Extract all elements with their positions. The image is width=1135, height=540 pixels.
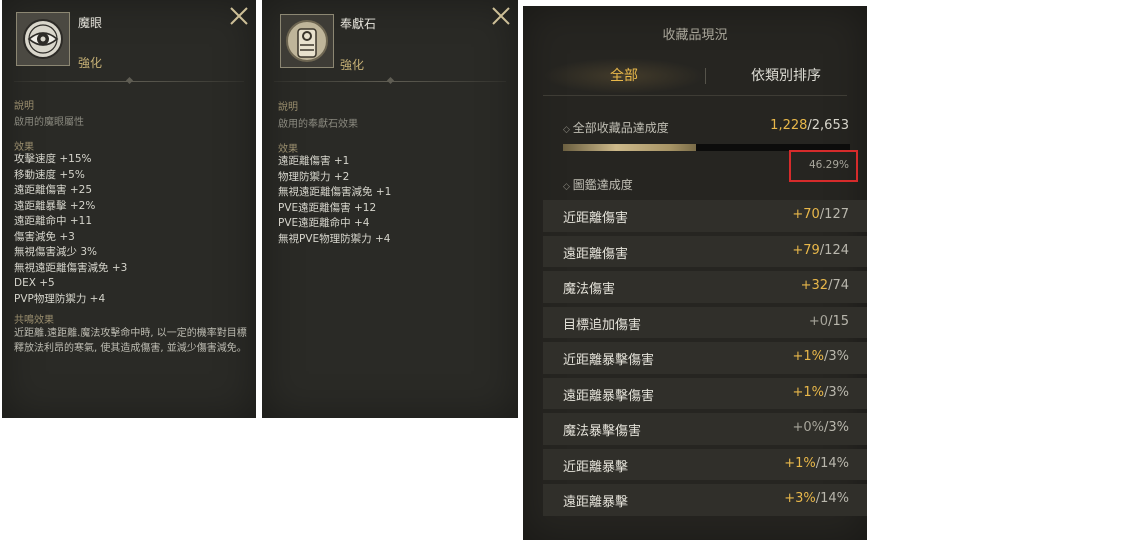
stat-row[interactable]: 近距離暴擊 +1%/14% [543,447,867,483]
completion-progress-fill [563,144,696,151]
effect-line: DEX +5 [14,277,55,289]
statue-emblem-icon [280,14,334,68]
effect-line: 物理防禦力 +2 [278,170,350,183]
effect-line: 遠距離命中 +11 [14,215,92,227]
effect-line: 無視遠距離傷害減免 +1 [278,186,392,198]
stat-current: +3% [784,491,816,506]
item-subtitle: 強化 [78,56,103,70]
stat-current: +32 [800,278,829,293]
tab-all[interactable]: 全部 [543,58,705,94]
stat-current: +1% [792,384,824,400]
effect-line: 傷害減免 +3 [14,230,75,243]
stat-name: 目標追加傷害 [563,317,642,333]
desc-text: 啟用的奉獻石效果 [278,119,358,130]
desc-title: 說明 [14,101,34,112]
stat-name: 魔法傷害 [563,282,616,297]
desc-title: 說明 [278,102,298,113]
collection-status-panel: 收藏品現況 全部 依類別排序 全部收藏品達成度 1,228/2,653 46.2… [523,6,867,540]
stat-current: +1% [784,455,816,471]
offering-stone-tooltip: 奉獻石 強化 說明 啟用的奉獻石效果 效果 遠距離傷害 +1 物理防禦力 +2 … [262,0,518,418]
effects-title: 效果 [278,144,298,155]
guide-completion-label: 圖鑑達成度 [563,176,633,193]
resonance-title: 共鳴效果 [14,315,54,326]
effect-line: PVE遠距離命中 +4 [278,217,370,229]
effect-line: 無視傷害減少 3% [14,246,97,258]
effect-line: 無視遠距離傷害減免 +3 [14,261,128,274]
stat-value: +0/15 [809,314,849,329]
effect-line: PVE遠距離傷害 +12 [278,201,377,214]
total-current: 1,228 [770,118,808,133]
stat-name: 遠距離傷害 [563,246,629,262]
close-icon[interactable] [228,5,250,27]
effects-list: 攻擊速度 +15% 移動速度 +5% 遠距離傷害 +25 遠距離暴擊 +2% 遠… [14,152,127,307]
stat-row[interactable]: 魔法傷害 +32/74 [543,269,867,305]
item-name: 魔眼 [78,16,103,30]
stat-current: +0% [792,420,824,435]
stat-row[interactable]: 目標追加傷害 +0/15 [543,305,867,341]
effects-title: 效果 [14,142,34,153]
stat-row[interactable]: 遠距離暴擊傷害 +1%/3% [543,376,867,412]
effect-line: 遠距離傷害 +25 [14,184,92,196]
stat-row[interactable]: 遠距離暴擊 +3%/14% [543,482,867,518]
stat-name: 近距離暴擊傷害 [563,353,655,368]
tab-bar: 全部 依類別排序 [543,58,847,94]
stat-current: +70 [792,207,820,222]
effect-line: 無視PVE物理防禦力 +4 [278,232,391,245]
stat-max: /3% [823,349,849,364]
stat-value: +70/127 [792,207,849,222]
stat-value: +32/74 [801,278,849,293]
stat-value: +1%/3% [792,385,849,400]
desc-text: 啟用的魔眼屬性 [14,117,84,128]
item-name: 奉獻石 [340,17,377,31]
completion-percent: 46.29% [808,159,849,171]
stat-value: +3%/14% [784,491,849,506]
effect-line: 攻擊速度 +15% [14,153,92,165]
stat-value: +1%/3% [792,349,849,364]
stat-value: +79/124 [792,243,849,258]
effect-line: 遠距離暴擊 +2% [14,199,96,212]
tab-underline [543,95,847,96]
stat-row[interactable]: 近距離暴擊傷害 +1%/3% [543,340,867,376]
total-completion-value: 1,228/2,653 [770,118,849,133]
divider [14,76,244,85]
stat-name: 近距離暴擊 [563,459,629,475]
stat-current: +1% [792,349,824,364]
stat-max: /124 [819,242,849,258]
effect-line: PVP物理防禦力 +4 [14,292,106,305]
stat-row[interactable]: 遠距離傷害 +79/124 [543,234,867,270]
stat-current: +79 [792,242,820,258]
panel-title: 收藏品現況 [662,28,728,43]
stat-value: +1%/14% [784,456,849,471]
stat-name: 魔法暴擊傷害 [563,424,642,439]
stat-max: /14% [815,455,849,471]
resonance-text: 近距離.遠距離.魔法攻擊命中時, 以一定的機率對目標釋放法利昂的寒氣, 使其造成… [14,328,247,354]
stat-max: /74 [828,278,849,293]
close-icon[interactable] [490,5,512,27]
stat-value: +0%/3% [792,420,849,435]
effect-line: 遠距離傷害 +1 [278,155,350,167]
stat-current: +0 [808,313,829,329]
effect-line: 移動速度 +5% [14,168,85,181]
eye-emblem-icon [16,12,70,66]
stat-row[interactable]: 魔法暴擊傷害 +0%/3% [543,411,867,447]
stat-row[interactable]: 近距離傷害 +70/127 [543,198,867,234]
stat-name: 遠距離暴擊傷害 [563,388,655,404]
stat-max: /127 [819,207,849,222]
stat-name: 近距離傷害 [563,211,629,226]
item-subtitle: 強化 [340,58,365,72]
total-completion-label: 全部收藏品達成度 [563,119,669,136]
magic-eye-tooltip: 魔眼 強化 說明 啟用的魔眼屬性 效果 攻擊速度 +15% 移動速度 +5% 遠… [2,0,256,418]
total-max: /2,653 [807,118,849,133]
stat-max: /3% [823,420,849,435]
stat-max: /14% [815,491,849,506]
stat-name: 遠距離暴擊 [563,495,629,510]
stat-max: /3% [823,384,849,400]
effects-list: 遠距離傷害 +1 物理防禦力 +2 無視遠距離傷害減免 +1 PVE遠距離傷害 … [278,154,391,247]
stat-max: /15 [828,313,849,329]
stat-list: 近距離傷害 +70/127 遠距離傷害 +79/124 魔法傷害 +32/74 目標追加傷害… [543,198,867,518]
divider [274,76,506,85]
tab-by-category[interactable]: 依類別排序 [705,58,867,94]
